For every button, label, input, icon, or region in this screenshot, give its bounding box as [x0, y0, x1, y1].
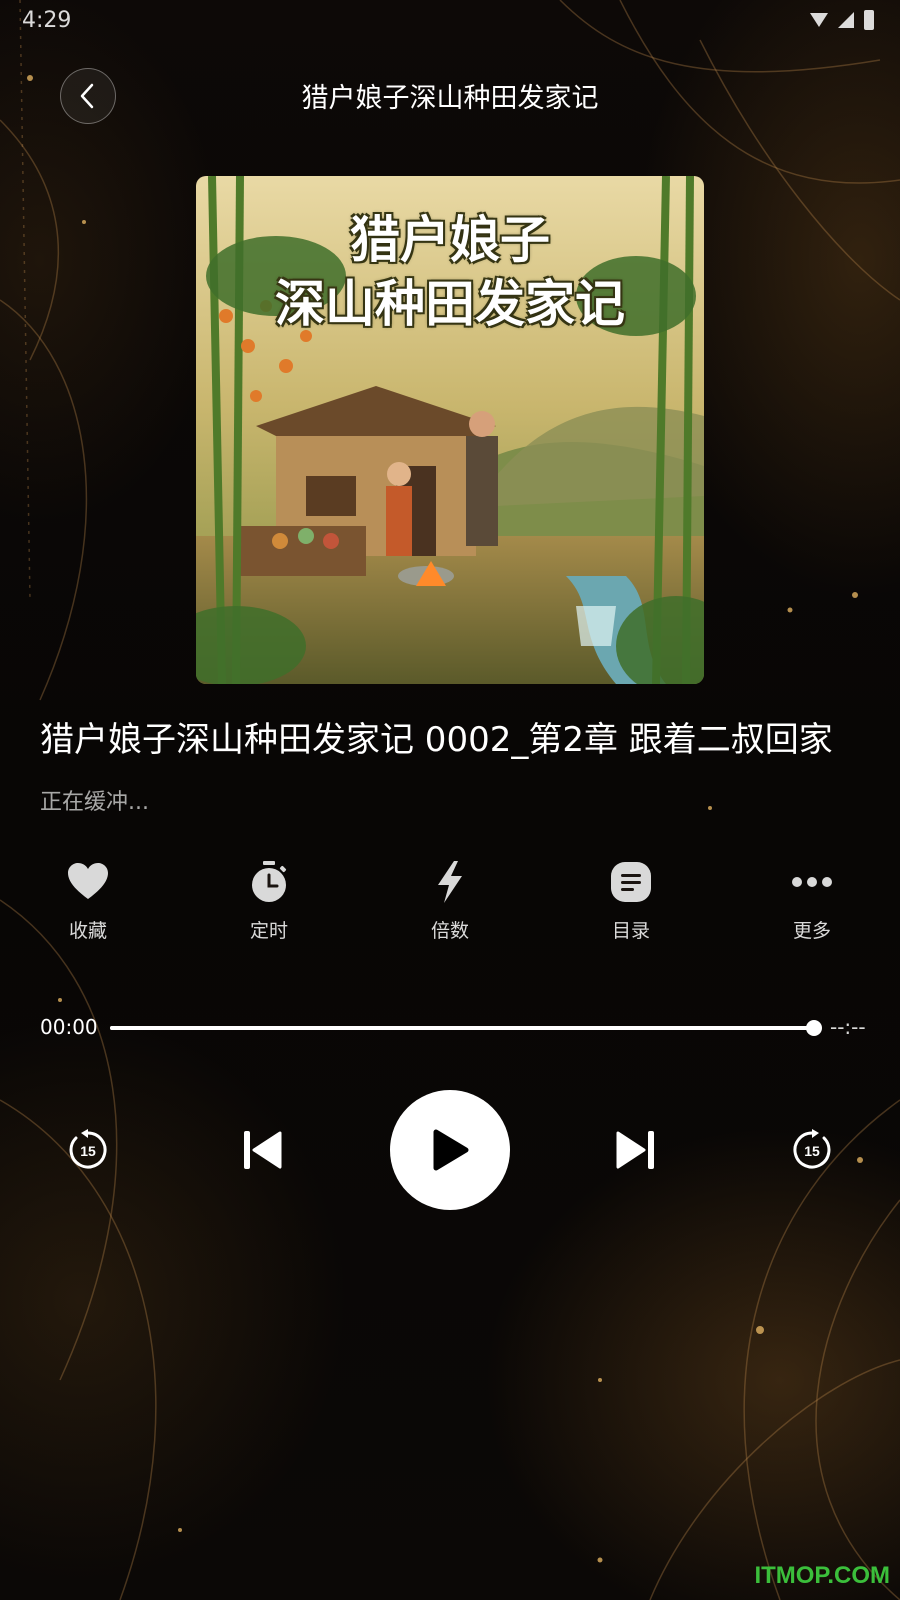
signal-icon	[838, 12, 854, 28]
status-time: 4:29	[22, 8, 72, 33]
playback-controls: 15 15	[0, 1090, 900, 1210]
lightning-icon	[438, 861, 462, 903]
rewind-15-button[interactable]: 15	[64, 1126, 112, 1174]
catalog-button[interactable]: 目录	[576, 856, 686, 943]
watermark: ITMOP.COM	[754, 1562, 890, 1589]
more-dots-icon	[792, 877, 832, 887]
battery-icon	[864, 10, 874, 30]
track-title: 猎户娘子深山种田发家记 0002_第2章 跟着二叔回家	[40, 720, 833, 760]
rewind-seconds: 15	[80, 1143, 96, 1159]
play-button[interactable]	[390, 1090, 510, 1210]
forward-15-button[interactable]: 15	[788, 1126, 836, 1174]
previous-button[interactable]	[238, 1126, 286, 1174]
page-title: 猎户娘子深山种田发家记	[301, 83, 599, 114]
skip-previous-icon	[244, 1131, 282, 1169]
catalog-label: 目录	[611, 920, 650, 942]
rewind-15-icon: 15	[69, 1129, 107, 1169]
timer-button[interactable]: 定时	[214, 856, 324, 943]
seek-thumb[interactable]	[806, 1020, 822, 1036]
play-icon	[433, 1129, 469, 1171]
progress-row: 00:00 --:--	[0, 1010, 900, 1046]
more-button[interactable]: 更多	[757, 856, 867, 943]
cover-title-line2: 深山种田发家记	[275, 275, 625, 333]
next-button[interactable]	[612, 1126, 660, 1174]
list-icon	[611, 862, 651, 902]
action-bar: 收藏 定时 倍数 目录 更多	[0, 856, 900, 946]
cover-title-line1: 猎户娘子	[350, 211, 550, 269]
buffering-status: 正在缓冲...	[40, 790, 149, 815]
speed-label: 倍数	[430, 920, 469, 942]
seek-bar[interactable]	[110, 1020, 822, 1036]
favorite-label: 收藏	[68, 920, 107, 942]
seek-bar-fill	[110, 1026, 814, 1030]
forward-seconds: 15	[804, 1143, 820, 1159]
cover-title: 猎户娘子 深山种田发家记	[196, 208, 704, 336]
album-cover: 猎户娘子 深山种田发家记	[196, 176, 704, 684]
skip-next-icon	[616, 1131, 654, 1169]
wifi-icon	[810, 13, 828, 27]
status-icons	[810, 10, 874, 30]
favorite-button[interactable]: 收藏	[33, 856, 143, 943]
timer-icon	[252, 861, 287, 902]
heart-icon	[68, 863, 108, 899]
forward-15-icon: 15	[793, 1129, 831, 1169]
status-bar: 4:29	[0, 0, 900, 44]
more-label: 更多	[792, 920, 831, 942]
total-time: --:--	[830, 1015, 866, 1039]
timer-label: 定时	[249, 920, 288, 942]
speed-button[interactable]: 倍数	[395, 856, 505, 943]
current-time: 00:00	[40, 1015, 98, 1039]
